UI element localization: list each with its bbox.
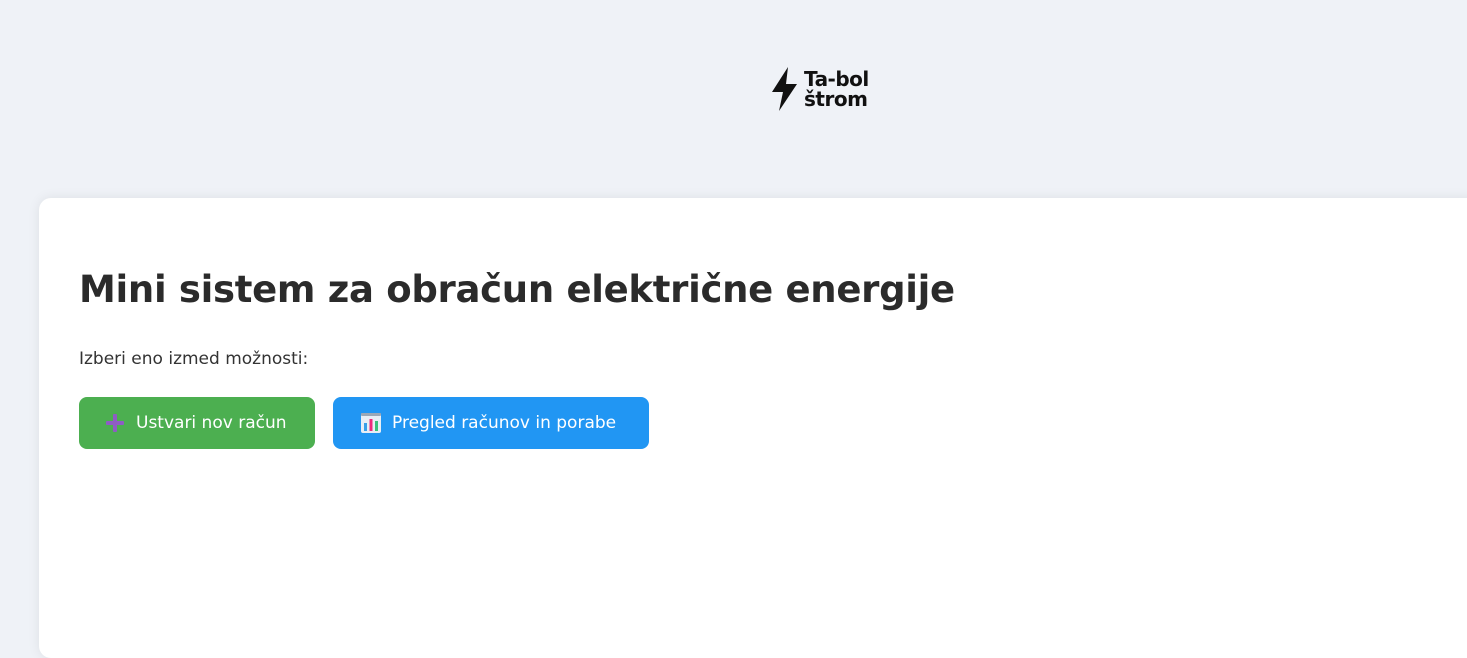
logo-text: Ta-bol štrom: [804, 69, 869, 109]
subtitle: Izberi eno izmed možnosti:: [79, 349, 309, 369]
logo[interactable]: Ta-bol štrom: [769, 64, 869, 114]
page-title: Mini sistem za obračun električne energi…: [79, 268, 955, 311]
logo-line-1: Ta-bol: [804, 67, 869, 91]
plus-icon: [106, 414, 124, 432]
logo-line-2: štrom: [804, 87, 868, 111]
overview-button[interactable]: Pregled računov in porabe: [333, 397, 649, 449]
lightning-bolt-icon: [772, 67, 797, 111]
create-invoice-label: Ustvari nov račun: [136, 413, 287, 433]
bar-chart-icon: [361, 413, 381, 433]
overview-label: Pregled računov in porabe: [392, 413, 617, 433]
create-invoice-button[interactable]: Ustvari nov račun: [79, 397, 315, 449]
header: Ta-bol štrom: [0, 0, 1467, 198]
main-card: Mini sistem za obračun električne energi…: [39, 198, 1467, 658]
